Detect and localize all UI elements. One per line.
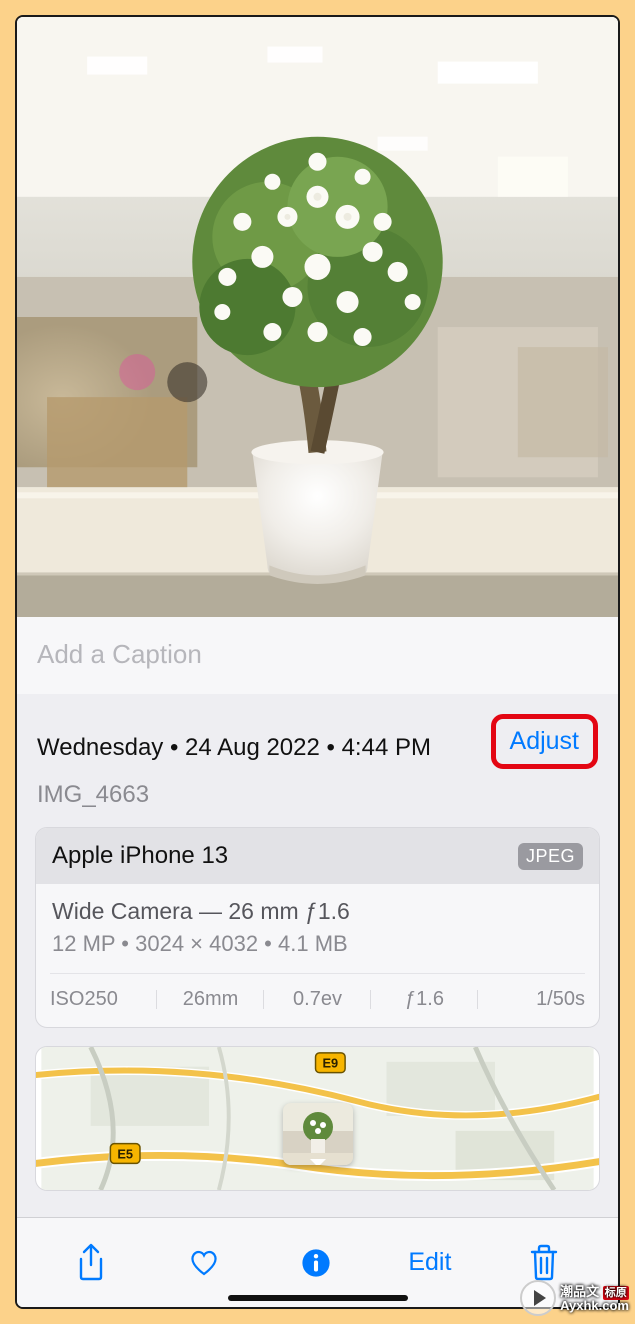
map-photo-pin — [283, 1103, 353, 1165]
trash-icon — [527, 1243, 561, 1283]
road-shield-e9: E9 — [322, 1056, 338, 1071]
format-badge: JPEG — [518, 843, 583, 870]
delete-button[interactable] — [516, 1243, 572, 1283]
capture-datetime: Wednesday • 24 Aug 2022 • 4:44 PM — [37, 734, 431, 762]
edit-button[interactable]: Edit — [400, 1248, 459, 1277]
info-button[interactable] — [288, 1243, 344, 1283]
share-button[interactable] — [63, 1243, 119, 1283]
road-shield-e5: E5 — [117, 1146, 133, 1161]
source-watermark: 潮品文 标原 Ayxhk.com — [520, 1280, 629, 1316]
adjust-button[interactable]: Adjust — [491, 714, 598, 769]
photo-preview[interactable] — [17, 17, 618, 617]
exif-iso: ISO250 — [50, 988, 157, 1011]
home-indicator[interactable] — [228, 1295, 408, 1301]
exif-aperture: ƒ1.6 — [371, 988, 478, 1011]
dimensions-info: 12 MP • 3024 × 4032 • 4.1 MB — [52, 931, 583, 957]
exif-shutter: 1/50s — [478, 988, 585, 1011]
share-icon — [74, 1243, 108, 1283]
caption-field[interactable]: Add a Caption — [17, 617, 618, 694]
lens-info: Wide Camera — 26 mm ƒ1.6 — [52, 898, 583, 925]
metadata-section: Wednesday • 24 Aug 2022 • 4:44 PM Adjust… — [17, 694, 618, 1217]
favorite-button[interactable] — [176, 1243, 232, 1283]
info-icon — [299, 1243, 333, 1283]
device-model: Apple iPhone 13 — [52, 842, 228, 870]
camera-info-card: Apple iPhone 13 JPEG Wide Camera — 26 mm… — [35, 827, 600, 1028]
exif-ev: 0.7ev — [264, 988, 371, 1011]
caption-placeholder: Add a Caption — [37, 639, 202, 669]
heart-icon — [187, 1243, 221, 1283]
exif-row: ISO250 26mm 0.7ev ƒ1.6 1/50s — [50, 973, 585, 1027]
location-map[interactable]: E9 E5 — [35, 1046, 600, 1191]
play-icon — [520, 1280, 556, 1316]
filename-label: IMG_4663 — [35, 777, 600, 827]
photo-info-panel: Add a Caption Wednesday • 24 Aug 2022 • … — [15, 15, 620, 1309]
exif-focal: 26mm — [157, 988, 264, 1011]
